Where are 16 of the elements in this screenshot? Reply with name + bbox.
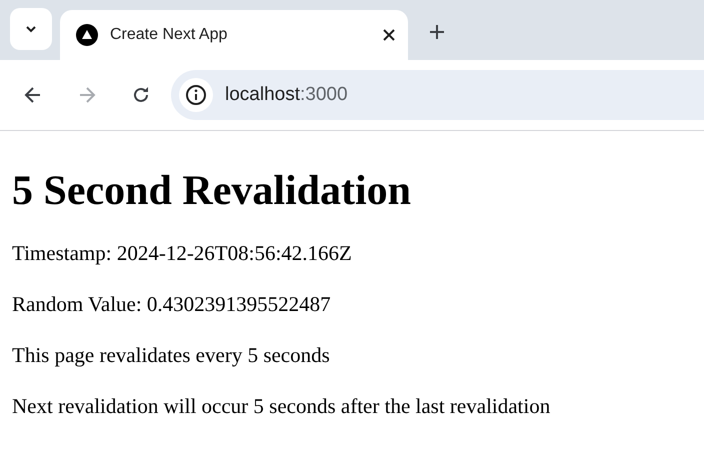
arrow-left-icon — [23, 85, 43, 105]
arrow-right-icon — [77, 85, 97, 105]
new-tab-icon[interactable] — [429, 24, 445, 40]
page-paragraph: Random Value: 0.4302391395522487 — [12, 291, 331, 317]
page-paragraph: Timestamp: 2024-12-26T08:56:42.166Z — [12, 240, 352, 266]
page-heading: 5 Second Revalidation — [12, 167, 412, 215]
triangle-logo-icon — [76, 24, 98, 46]
info-icon — [185, 84, 207, 106]
page-paragraph: Next revalidation will occur 5 seconds after the last revalidation — [12, 393, 550, 419]
address-bar[interactable]: localhost:3000 — [171, 70, 704, 120]
browser-tab[interactable]: Create Next App — [60, 10, 408, 60]
url-text: localhost:3000 — [225, 82, 348, 107]
reload-icon — [131, 85, 151, 105]
page-paragraph: This page revalidates every 5 seconds — [12, 342, 330, 368]
close-icon[interactable] — [382, 28, 396, 42]
tab-title: Create Next App — [110, 25, 228, 45]
